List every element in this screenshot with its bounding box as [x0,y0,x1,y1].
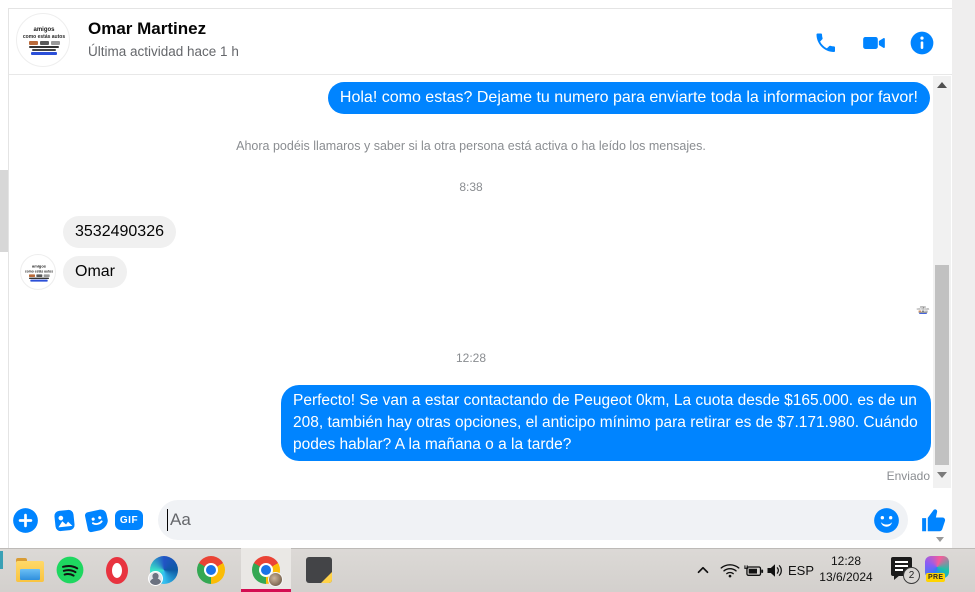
read-receipt-avatar: amigos como estás autos [915,302,931,318]
timestamp: 8:38 [10,180,932,194]
avatar-text: como estás autos [23,34,65,40]
emoji-icon [873,507,900,534]
plus-icon [12,507,39,534]
dark-notes-icon [306,557,332,583]
contact-name[interactable]: Omar Martinez [88,19,206,39]
window-left-border [8,8,9,548]
battery-icon [743,563,764,578]
video-call-button[interactable] [857,26,891,60]
wifi-icon [720,562,740,578]
phone-icon [813,31,837,55]
file-explorer-icon [16,558,44,582]
tray-language-indicator[interactable]: ESP [786,563,816,578]
choose-gif-button[interactable]: GIF [115,506,143,534]
timestamp: 12:28 [10,351,932,365]
tray-date: 13/6/2024 [815,569,877,585]
taskbar-edge[interactable] [142,548,186,592]
message-input[interactable] [170,501,860,539]
attach-photo-button[interactable] [50,506,78,534]
tray-show-hidden-icons[interactable] [690,557,716,583]
incoming-message-bubble[interactable]: 3532490326 [63,216,176,248]
edge-icon [150,556,178,584]
page-scroll-down-arrow[interactable] [936,537,944,542]
outgoing-message-bubble[interactable]: Perfecto! Se van a estar contactando de … [281,385,931,461]
emoji-picker-button[interactable] [872,506,900,534]
incoming-message-bubble[interactable]: Omar [63,256,127,288]
volume-icon [765,562,785,579]
sent-status: Enviado [887,469,930,483]
notification-count-badge: 2 [903,567,920,584]
video-call-icon [861,30,887,56]
scroll-down-arrow[interactable] [937,472,947,478]
messenger-chat-screen: amigos como estás autos Omar Martinez Úl… [0,0,975,592]
avatar[interactable]: amigos como estás autos [16,13,70,67]
chevron-up-icon [694,561,712,579]
taskbar-dark-notes-app[interactable] [297,548,341,592]
chat-scrollbar-thumb[interactable] [935,265,949,465]
taskbar-opera[interactable] [95,548,139,592]
sticker-icon [84,507,111,534]
gif-icon: GIF [115,510,143,530]
taskbar-chrome-profile-active[interactable] [241,548,291,592]
choose-sticker-button[interactable] [83,506,111,534]
avatar-text: amigos [33,27,54,33]
thumbs-up-icon [919,505,949,535]
taskbar-spotify[interactable] [48,548,92,592]
avatar[interactable]: amigos como estás autos [20,254,56,290]
tray-time: 12:28 [815,553,877,569]
opera-icon [106,557,128,584]
send-like-button[interactable] [917,503,951,537]
chrome-icon [252,556,280,584]
edge-profile-badge [148,571,163,586]
open-more-actions-button[interactable] [11,506,39,534]
system-notice: Ahora podéis llamaros y saber si la otra… [10,139,932,153]
right-background-strip [952,0,975,548]
scroll-up-arrow[interactable] [937,82,947,88]
info-icon [909,30,935,56]
spotify-icon [56,556,84,584]
tray-volume[interactable] [762,557,788,583]
taskbar-chrome[interactable] [189,548,233,592]
outgoing-message-bubble[interactable]: Hola! como estas? Dejame tu numero para … [328,82,930,114]
left-background-strip [0,170,8,252]
tray-clock[interactable]: 12:28 13/6/2024 [815,553,877,585]
text-cursor [167,509,168,531]
voice-call-button[interactable] [808,26,842,60]
last-activity-status: Última actividad hace 1 h [88,44,239,59]
avatar-cars-graphic [29,41,60,45]
cut-off-app-icon [0,551,3,569]
conversation-info-button[interactable] [905,26,939,60]
chrome-icon [197,556,225,584]
copilot-pre-badge: PRE [926,573,945,582]
chrome-profile-badge [268,572,283,587]
taskbar-file-explorer[interactable] [8,548,52,592]
photo-icon [51,507,78,534]
